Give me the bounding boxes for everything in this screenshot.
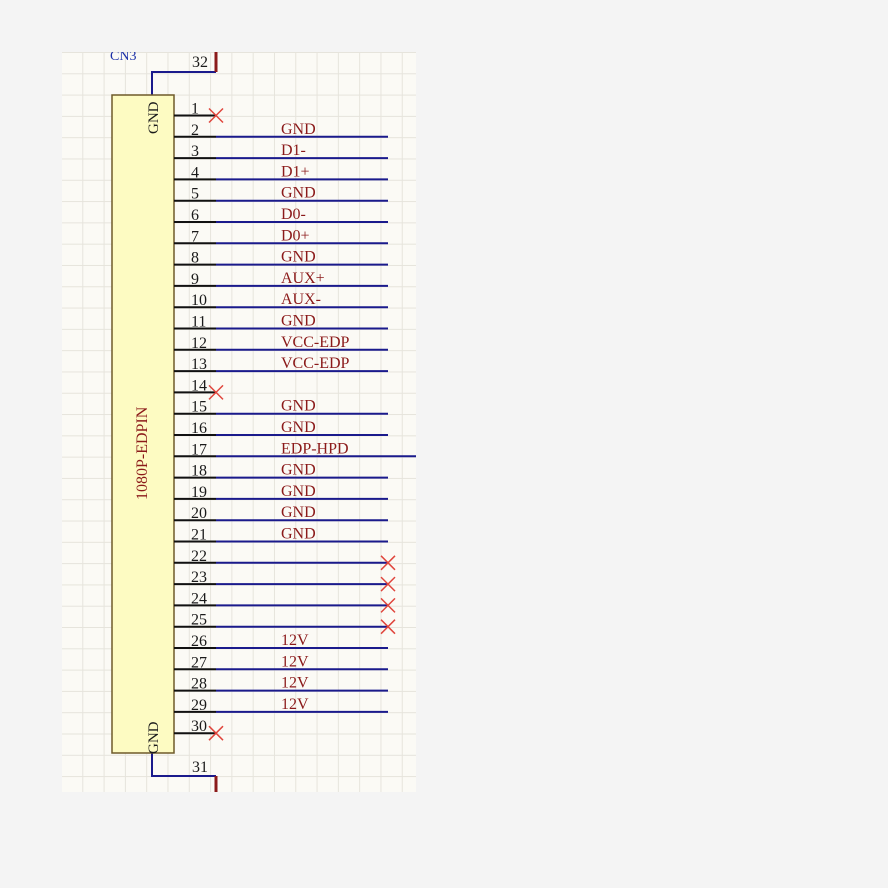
schematic-sheet[interactable]: 32 CN3 31 1080P-EDPIN GND GND 1 2 GND 3 D1- 4… [62, 52, 416, 792]
top-header-pin-number: 32 [192, 54, 208, 71]
net-label: GND [281, 185, 316, 202]
bottom-header-pin[interactable]: 31 [151, 753, 218, 792]
component-designator: CN3 [110, 52, 136, 64]
schematic-canvas: 32 CN3 31 1080P-EDPIN GND GND 12 GND 3 D1- 4… [110, 52, 416, 792]
pin-row[interactable]: 30 [174, 718, 224, 741]
pin-row[interactable]: 28 12V [174, 675, 388, 693]
pins-layer: 12 GND 3 D1- 4 D1+ 5 GND 6 D0- 7 D0+ 8 GND 9 AUX+ 10 AUX-… [174, 101, 416, 741]
net-label: 12V [281, 675, 309, 692]
net-label: GND [281, 249, 316, 266]
net-label: D1- [281, 142, 306, 159]
bottom-gnd-pin-label: GND [146, 721, 162, 754]
net-label: D1+ [281, 163, 310, 180]
pin-row[interactable]: 17 EDP-HPD [174, 440, 416, 458]
component-body[interactable]: 1080P-EDPIN GND GND [111, 94, 175, 754]
net-label: AUX- [281, 291, 321, 308]
net-label: GND [281, 462, 316, 479]
pin-row[interactable]: 5 GND [174, 185, 388, 203]
top-header-pin[interactable]: 32 [151, 52, 218, 96]
net-label: GND [281, 419, 316, 436]
pin-row[interactable]: 16 GND [174, 419, 388, 437]
bottom-header-pin-number: 31 [192, 759, 208, 776]
pin-row[interactable]: 21 GND [174, 526, 388, 544]
pin-row[interactable]: 25 [174, 612, 396, 635]
component-part-name: 1080P-EDPIN [134, 406, 151, 500]
net-label: 12V [281, 696, 309, 713]
pin-row[interactable]: 29 12V [174, 696, 388, 714]
net-label: D0+ [281, 227, 310, 244]
pin-row[interactable]: 12 VCC-EDP [174, 334, 388, 352]
net-label: GND [281, 504, 316, 521]
pin-row[interactable]: 23 [174, 569, 396, 592]
pin-row[interactable]: 3 D1- [174, 142, 388, 160]
pin-row[interactable]: 19 GND [174, 483, 388, 501]
pin-row[interactable]: 11 GND [174, 313, 388, 331]
pin-row[interactable]: 8 GND [174, 249, 388, 267]
pin-row[interactable]: 27 12V [174, 653, 388, 671]
pin-row[interactable]: 4 D1+ [174, 163, 388, 181]
pin-row[interactable]: 7 D0+ [174, 227, 388, 245]
net-label: GND [281, 483, 316, 500]
net-label: D0- [281, 206, 306, 223]
net-label: GND [281, 121, 316, 138]
pin-row[interactable]: 18 GND [174, 462, 388, 480]
pin-row[interactable]: 26 12V [174, 632, 388, 650]
pin-row[interactable]: 22 [174, 548, 396, 571]
net-label: GND [281, 526, 316, 543]
pin-row[interactable]: 10 AUX- [174, 291, 388, 309]
pin-row[interactable]: 13 VCC-EDP [174, 355, 388, 373]
pin-row[interactable]: 24 [174, 590, 396, 613]
net-label: VCC-EDP [281, 355, 350, 372]
net-label: AUX+ [281, 270, 325, 287]
pin-row[interactable]: 20 GND [174, 504, 388, 522]
net-label: EDP-HPD [281, 440, 349, 457]
net-label: GND [281, 398, 316, 415]
top-gnd-wire [151, 71, 216, 96]
net-label: VCC-EDP [281, 334, 350, 351]
net-label: 12V [281, 632, 309, 649]
net-label: 12V [281, 653, 309, 670]
net-label: GND [281, 313, 316, 330]
pin-row[interactable]: 9 AUX+ [174, 270, 388, 288]
pin-row[interactable]: 15 GND [174, 398, 388, 416]
pin-row[interactable]: 2 GND [174, 121, 388, 139]
pin-row[interactable]: 14 [174, 377, 224, 400]
pin-row[interactable]: 6 D0- [174, 206, 388, 224]
pin-row[interactable]: 1 [174, 101, 224, 124]
top-gnd-pin-label: GND [146, 101, 162, 134]
